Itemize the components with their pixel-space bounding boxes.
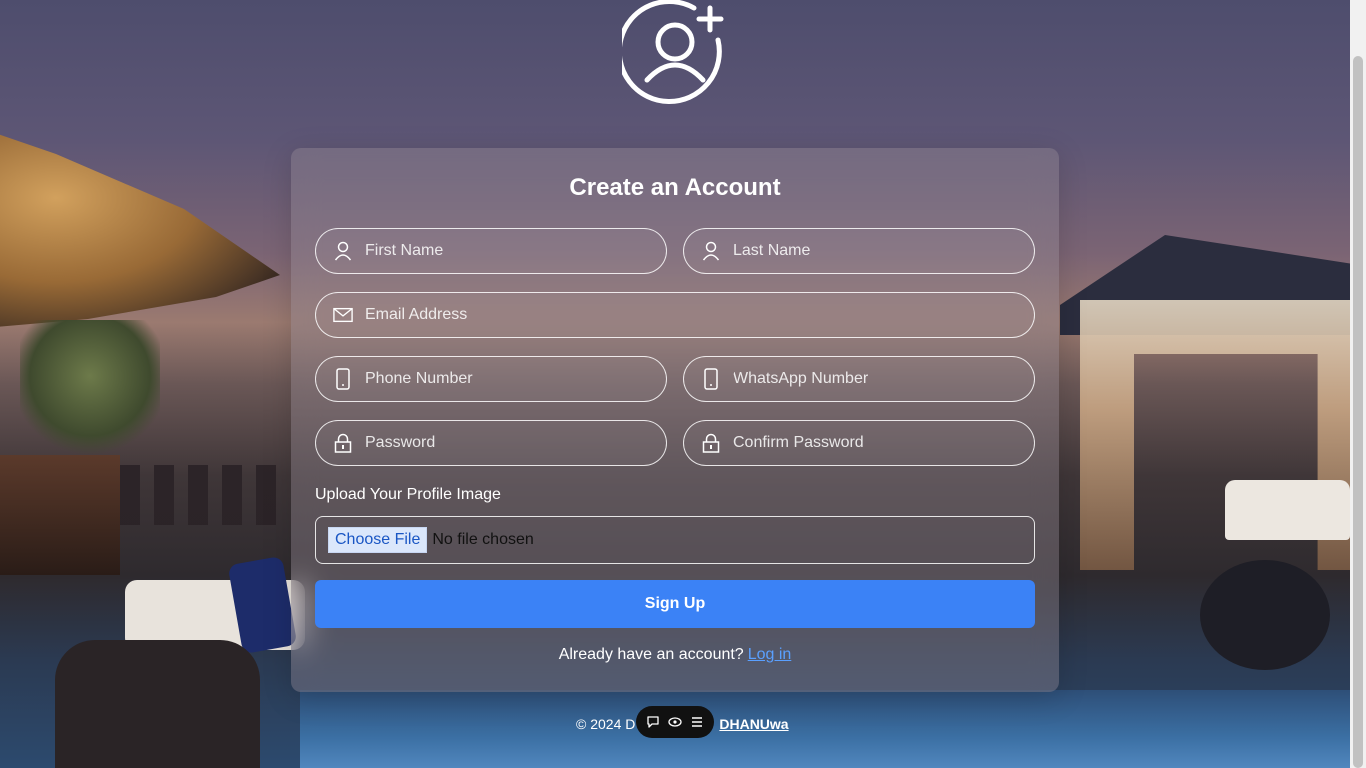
page-scrollbar[interactable] bbox=[1350, 0, 1366, 768]
add-user-icon bbox=[616, 0, 730, 108]
file-status-text: No file chosen bbox=[432, 531, 534, 548]
password-field[interactable] bbox=[315, 420, 667, 466]
login-prompt-text: Already have an account? bbox=[558, 646, 744, 663]
last-name-field[interactable] bbox=[683, 228, 1035, 274]
chat-icon[interactable] bbox=[644, 713, 662, 731]
mobile-phone-icon bbox=[701, 368, 721, 390]
confirm-password-input[interactable] bbox=[733, 421, 1034, 465]
whatsapp-field[interactable] bbox=[683, 356, 1035, 402]
whatsapp-input[interactable] bbox=[733, 357, 1034, 401]
eye-icon[interactable] bbox=[666, 713, 684, 731]
login-prompt: Already have an account? Log in bbox=[291, 646, 1059, 664]
phone-input[interactable] bbox=[365, 357, 666, 401]
email-field[interactable] bbox=[315, 292, 1035, 338]
upload-label: Upload Your Profile Image bbox=[315, 486, 501, 503]
profile-image-file-input[interactable]: Choose File No file chosen bbox=[315, 516, 1035, 564]
author-link[interactable]: DHANUwa bbox=[719, 716, 788, 732]
copyright-text: © 2024 D bbox=[576, 716, 636, 732]
password-input[interactable] bbox=[365, 421, 666, 465]
mobile-phone-icon bbox=[333, 368, 353, 390]
email-input[interactable] bbox=[365, 293, 1034, 337]
confirm-password-field[interactable] bbox=[683, 420, 1035, 466]
login-link[interactable]: Log in bbox=[748, 646, 792, 663]
phone-field[interactable] bbox=[315, 356, 667, 402]
envelope-icon bbox=[333, 304, 353, 326]
page-title: Create an Account bbox=[569, 174, 781, 201]
last-name-input[interactable] bbox=[733, 229, 1034, 273]
signup-card: Create an Account First Name Last Name E… bbox=[291, 148, 1059, 692]
menu-icon[interactable] bbox=[688, 713, 706, 731]
user-icon bbox=[701, 240, 721, 262]
lock-icon bbox=[333, 432, 353, 454]
floating-toolbar bbox=[636, 706, 714, 738]
scrollbar-thumb[interactable] bbox=[1353, 56, 1363, 768]
first-name-field[interactable] bbox=[315, 228, 667, 274]
user-icon bbox=[333, 240, 353, 262]
first-name-input[interactable] bbox=[365, 229, 666, 273]
lock-icon bbox=[701, 432, 721, 454]
choose-file-button[interactable]: Choose File bbox=[328, 527, 428, 553]
sign-up-button[interactable]: Sign Up bbox=[315, 580, 1035, 628]
